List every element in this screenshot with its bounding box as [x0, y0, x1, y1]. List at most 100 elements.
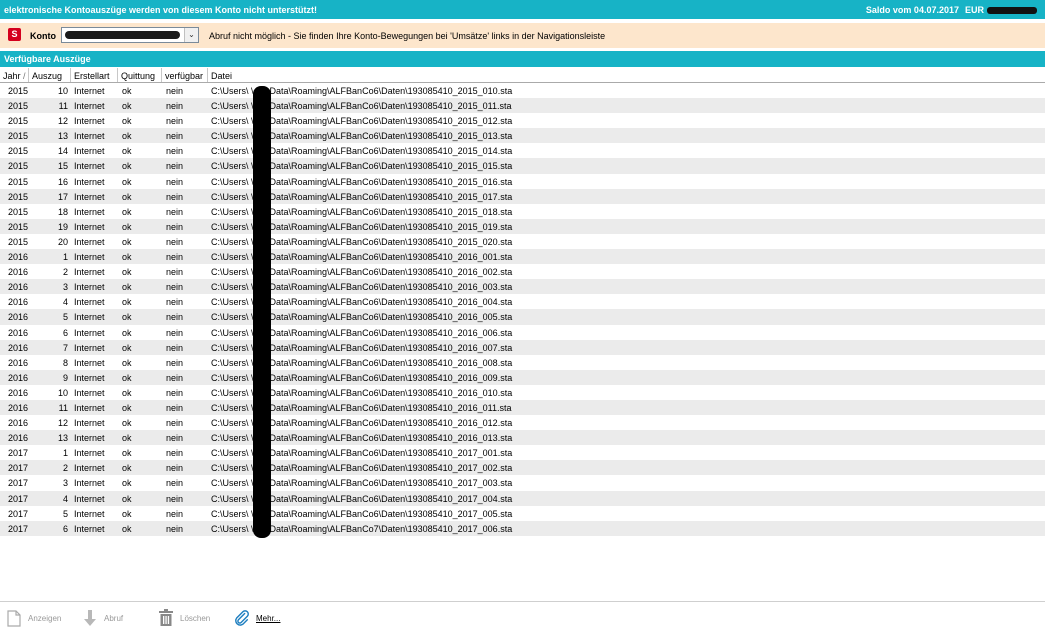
cell-quittung: ok [122, 267, 132, 278]
table-row[interactable]: 2016 11 Internet ok nein C:\Users\ \AppData\R… [0, 399, 1045, 416]
download-arrow-icon [82, 609, 98, 627]
abruf-button[interactable]: Abruf [82, 609, 123, 627]
cell-quittung: ok [122, 372, 132, 383]
cell-verfuegbar: nein [166, 282, 184, 293]
table-row[interactable]: 2016 12 Internet ok nein C:\Users\ \AppData\R… [0, 415, 1045, 430]
cell-jahr: 2017 [8, 523, 29, 534]
saldo-label: Saldo vom 04.07.2017 [865, 5, 959, 15]
cell-erstellart: Internet [74, 236, 105, 247]
saldo-redacted-amount [987, 6, 1037, 14]
cell-verfuegbar: nein [166, 387, 184, 398]
column-header-jahr[interactable]: Jahr / [0, 68, 29, 82]
cell-erstellart: Internet [74, 267, 105, 278]
table-row[interactable]: 2017 5 Internet ok nein C:\Users\ \AppData\Ro… [0, 506, 1045, 521]
cell-datei: C:\Users\ \AppData\Roaming\ALFBanCo6\Dat… [211, 327, 513, 338]
konto-redacted-value [65, 31, 180, 39]
cell-erstellart: Internet [74, 523, 105, 534]
table-row[interactable]: 2015 19 Internet ok nein C:\Users\ \AppData\R… [0, 218, 1045, 234]
cell-quittung: ok [122, 191, 132, 202]
cell-auszug: 15 [57, 161, 68, 172]
table-row[interactable]: 2016 9 Internet ok nein C:\Users\ \AppData\Ro… [0, 369, 1045, 385]
cell-auszug: 3 [62, 282, 68, 293]
table-row[interactable]: 2017 6 Internet ok nein C:\Users\ \AppData\Ro… [0, 520, 1045, 536]
column-header-verfuegbar[interactable]: verfügbar [162, 68, 208, 82]
table-row[interactable]: 2015 17 Internet ok nein C:\Users\ \AppData\R… [0, 188, 1045, 204]
cell-jahr: 2015 [8, 146, 29, 157]
cell-auszug: 11 [58, 101, 68, 112]
table-row[interactable]: 2017 4 Internet ok nein C:\Users\ \AppData\Ro… [0, 490, 1045, 506]
chevron-down-icon[interactable]: ⌄ [184, 28, 198, 42]
table-row[interactable]: 2016 8 Internet ok nein C:\Users\ \AppData\Ro… [0, 355, 1045, 370]
anzeigen-button[interactable]: Anzeigen [6, 609, 61, 627]
cell-quittung: ok [122, 116, 132, 127]
cell-erstellart: Internet [74, 297, 105, 308]
cell-jahr: 2017 [8, 478, 29, 489]
cell-datei: C:\Users\ \AppData\Roaming\ALFBanCo6\Dat… [211, 161, 513, 172]
cell-verfuegbar: nein [166, 252, 184, 263]
table-row[interactable]: 2015 15 Internet ok nein C:\Users\ \AppData\R… [0, 158, 1045, 174]
cell-quittung: ok [122, 282, 132, 293]
table-row[interactable]: 2015 18 Internet ok nein C:\Users\ \AppData\R… [0, 204, 1045, 219]
table-row[interactable]: 2015 14 Internet ok nein C:\Users\ \AppData\R… [0, 143, 1045, 158]
cell-auszug: 13 [57, 433, 68, 444]
paperclip-icon [234, 609, 250, 627]
cell-erstellart: Internet [74, 116, 105, 127]
cell-erstellart: Internet [74, 493, 105, 504]
table-row[interactable]: 2017 2 Internet ok nein C:\Users\ \AppData\Ro… [0, 460, 1045, 476]
table-row[interactable]: 2016 6 Internet ok nein C:\Users\ \AppData\Ro… [0, 325, 1045, 340]
cell-verfuegbar: nein [166, 357, 184, 368]
cell-jahr: 2015 [8, 176, 29, 187]
mehr-button[interactable]: Mehr... [234, 609, 280, 627]
auszuege-table: Jahr / Auszug Erstellart Quittung verfüg… [0, 68, 1045, 536]
table-row[interactable]: 2016 10 Internet ok nein C:\Users\ \AppData\R… [0, 385, 1045, 400]
table-row[interactable]: 2015 10 Internet ok nein C:\Users\ \AppData\R… [0, 83, 1045, 98]
column-header-erstellart[interactable]: Erstellart [71, 68, 118, 82]
table-row[interactable]: 2015 20 Internet ok nein C:\Users\ \AppData\R… [0, 234, 1045, 249]
column-header-quittung[interactable]: Quittung [118, 68, 162, 82]
cell-verfuegbar: nein [166, 508, 184, 519]
cell-datei: C:\Users\ \AppData\Roaming\ALFBanCo6\Dat… [211, 101, 512, 112]
cell-auszug: 12 [57, 418, 68, 429]
table-row[interactable]: 2016 3 Internet ok nein C:\Users\ \AppData\Ro… [0, 279, 1045, 295]
table-row[interactable]: 2016 1 Internet ok nein C:\Users\ \AppData\Ro… [0, 249, 1045, 265]
cell-verfuegbar: nein [166, 206, 184, 217]
table-row[interactable]: 2016 13 Internet ok nein C:\Users\ \AppData\R… [0, 430, 1045, 446]
konto-select[interactable]: ⌄ [61, 27, 199, 43]
table-row[interactable]: 2015 11 Internet ok nein C:\Users\ \AppData\R… [0, 98, 1045, 114]
cell-verfuegbar: nein [166, 176, 184, 187]
table-row[interactable]: 2017 3 Internet ok nein C:\Users\ \AppData\Ro… [0, 475, 1045, 490]
cell-erstellart: Internet [74, 418, 105, 429]
cell-jahr: 2015 [8, 191, 29, 202]
table-row[interactable]: 2015 16 Internet ok nein C:\Users\ \AppData\R… [0, 174, 1045, 189]
table-row[interactable]: 2015 12 Internet ok nein C:\Users\ \AppData\R… [0, 113, 1045, 128]
cell-verfuegbar: nein [166, 116, 184, 127]
table-row[interactable]: 2016 4 Internet ok nein C:\Users\ \AppData\Ro… [0, 294, 1045, 309]
table-body: 2015 10 Internet ok nein C:\Users\ \AppData\R… [0, 83, 1045, 536]
cell-quittung: ok [122, 146, 132, 157]
table-row[interactable]: 2016 2 Internet ok nein C:\Users\ \AppData\Ro… [0, 264, 1045, 279]
cell-quittung: ok [122, 508, 132, 519]
cell-auszug: 17 [57, 191, 68, 202]
cell-jahr: 2015 [8, 206, 29, 217]
saldo-currency: EUR [964, 5, 984, 15]
table-row[interactable]: 2016 7 Internet ok nein C:\Users\ \AppData\Ro… [0, 339, 1045, 355]
loeschen-button[interactable]: Löschen [158, 609, 210, 627]
table-row[interactable]: 2015 13 Internet ok nein C:\Users\ \AppData\R… [0, 128, 1045, 144]
cell-datei: C:\Users\ \AppData\Roaming\ALFBanCo6\Dat… [211, 387, 513, 398]
cell-erstellart: Internet [74, 387, 105, 398]
cell-verfuegbar: nein [166, 342, 184, 353]
cell-auszug: 16 [57, 176, 68, 187]
column-header-datei[interactable]: Datei [208, 68, 1045, 82]
header-message: elektronische Kontoauszüge werden von di… [4, 5, 318, 15]
bottom-toolbar: Anzeigen Abruf Löschen Mehr... [0, 601, 1045, 636]
table-row[interactable]: 2016 5 Internet ok nein C:\Users\ \AppData\Ro… [0, 309, 1045, 325]
cell-datei: C:\Users\ \AppData\Roaming\ALFBanCo6\Dat… [211, 357, 513, 368]
cell-quittung: ok [122, 312, 132, 323]
table-row[interactable]: 2017 1 Internet ok nein C:\Users\ \AppData\Ro… [0, 445, 1045, 460]
cell-erstellart: Internet [74, 357, 105, 368]
cell-auszug: 7 [62, 342, 68, 353]
column-header-auszug[interactable]: Auszug [29, 68, 71, 82]
cell-auszug: 10 [57, 387, 68, 398]
username-redaction [253, 86, 271, 538]
cell-quittung: ok [122, 297, 132, 308]
